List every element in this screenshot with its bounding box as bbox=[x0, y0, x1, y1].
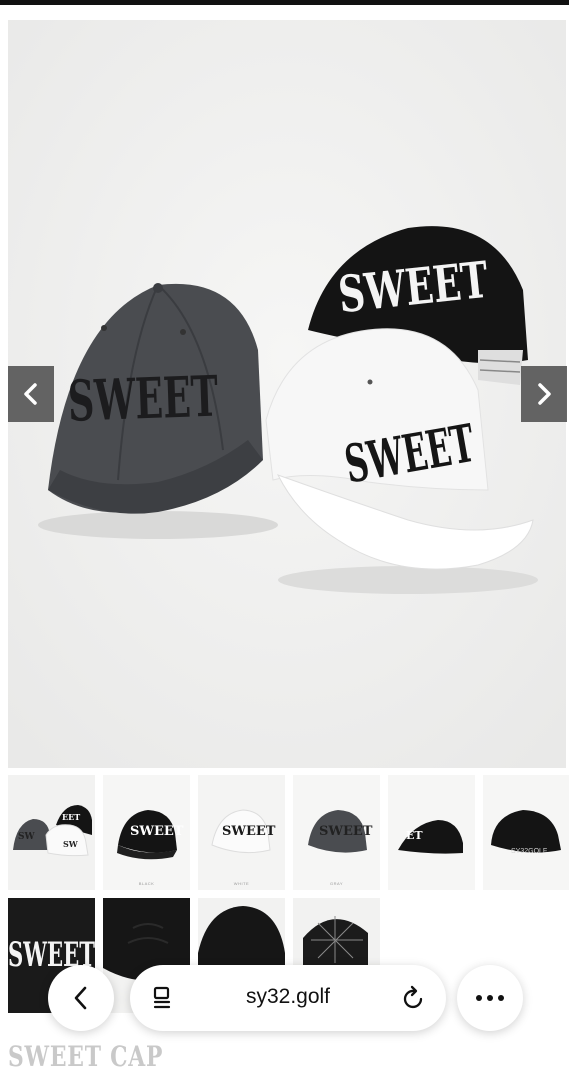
thumbnail-image: SWEET bbox=[198, 775, 285, 890]
browser-more-button[interactable] bbox=[457, 965, 523, 1031]
svg-text:ET: ET bbox=[406, 829, 423, 842]
chevron-left-icon bbox=[74, 986, 87, 1010]
status-bar-strip bbox=[0, 0, 569, 5]
gallery-prev-button[interactable] bbox=[8, 366, 54, 422]
thumbnail-caption: WHITE bbox=[233, 881, 250, 886]
product-image: SWEET SWEET SWEET bbox=[8, 20, 566, 768]
svg-text:SW: SW bbox=[18, 832, 35, 842]
reload-icon[interactable] bbox=[402, 985, 426, 1016]
address-bar[interactable]: sy32.golf bbox=[130, 965, 446, 1031]
browser-back-button[interactable] bbox=[48, 965, 114, 1031]
svg-text:EET: EET bbox=[62, 812, 80, 822]
gray-cap-logo: SWEET bbox=[67, 364, 219, 435]
thumbnail-caption: BLACK bbox=[138, 881, 155, 886]
gallery-next-button[interactable] bbox=[521, 366, 567, 422]
svg-text:SWEET: SWEET bbox=[319, 824, 373, 839]
product-gallery[interactable]: SWEET SWEET SWEET bbox=[8, 20, 566, 768]
chevron-right-icon bbox=[538, 383, 551, 405]
thumbnail-5[interactable]: ET bbox=[388, 775, 475, 890]
svg-text:SWEET: SWEET bbox=[222, 824, 276, 839]
thumbnail-image: SW EET SW bbox=[8, 775, 95, 890]
thumbnail-image: SWEET bbox=[103, 775, 190, 890]
thumbnail-image: SWEET bbox=[293, 775, 380, 890]
thumbnail-1[interactable]: SW EET SW bbox=[8, 775, 95, 890]
chevron-left-icon bbox=[24, 383, 37, 405]
thumbnail-caption: GRAY bbox=[329, 881, 344, 886]
thumbnail-3[interactable]: SWEET WHITE bbox=[198, 775, 285, 890]
thumbnail-image: ET bbox=[388, 775, 475, 890]
more-horizontal-icon bbox=[476, 995, 504, 1001]
svg-text:SWEET: SWEET bbox=[130, 824, 184, 839]
thumbnail-image: SY32GOLF bbox=[483, 775, 569, 890]
svg-text:SW: SW bbox=[63, 839, 79, 849]
thumbnail-6[interactable]: SY32GOLF bbox=[483, 775, 569, 890]
thumbnail-2[interactable]: SWEET BLACK bbox=[103, 775, 190, 890]
thumbnail-4[interactable]: SWEET GRAY bbox=[293, 775, 380, 890]
url-text[interactable]: sy32.golf bbox=[130, 985, 446, 1009]
product-caption: SWEET CAP bbox=[8, 1040, 164, 1073]
svg-text:SY32GOLF: SY32GOLF bbox=[511, 848, 547, 855]
